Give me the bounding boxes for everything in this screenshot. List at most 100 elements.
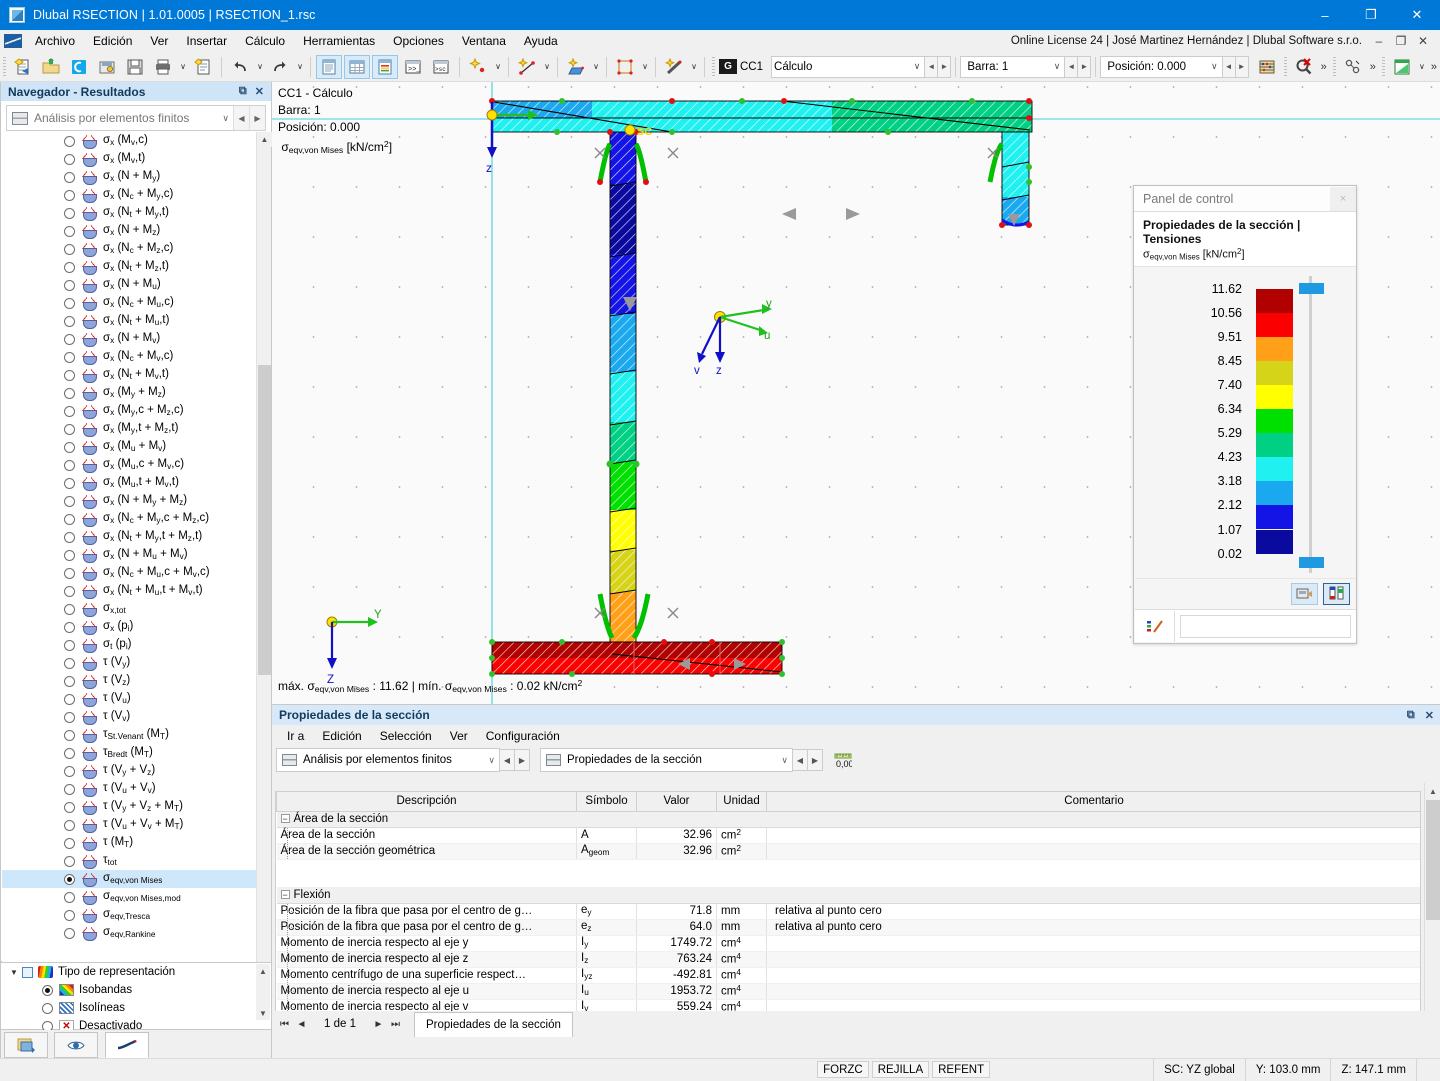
result-radio[interactable]: [64, 910, 75, 921]
scroll-thumb[interactable]: [1426, 800, 1440, 920]
pager-last-button[interactable]: ⏭: [387, 1019, 404, 1030]
table-module-combo[interactable]: Análisis por elementos finitos ∨ ◀ ▶: [276, 748, 530, 772]
representation-item-isobandas[interactable]: Isobandas: [1, 981, 271, 999]
undock-icon[interactable]: ⧉: [239, 85, 247, 98]
results-tree-item[interactable]: τ (MT): [2, 834, 257, 852]
results-tree-item[interactable]: τ (Vu): [2, 690, 257, 708]
results-navigator-tab[interactable]: [4, 1032, 48, 1058]
results-tree-item[interactable]: τ (Vv): [2, 708, 257, 726]
position-prev-button[interactable]: ◄: [1223, 56, 1236, 78]
result-radio[interactable]: [64, 730, 75, 741]
table-tab-seccion[interactable]: Propiedades de la sección: [414, 1012, 573, 1037]
result-radio[interactable]: [64, 478, 75, 489]
results-tree-item[interactable]: σx (Nc + Mz,c): [2, 240, 257, 258]
results-tree-item[interactable]: σx (Nt + Mu,t): [2, 312, 257, 330]
result-radio[interactable]: [64, 370, 75, 381]
scroll-up-arrow[interactable]: ▲: [256, 964, 270, 978]
overflow-chevron[interactable]: »: [1367, 61, 1379, 73]
table-row[interactable]: Área de la secciónA32.96cm2: [277, 827, 1422, 843]
table-menu-ver[interactable]: Ver: [441, 726, 477, 746]
member-prev-button[interactable]: ◄: [1065, 56, 1078, 78]
table-row[interactable]: Momento de inercia respecto al eje yIy17…: [277, 935, 1422, 951]
table-group-row[interactable]: −Área de la sección: [277, 811, 1422, 827]
table-menu-edicion[interactable]: Edición: [313, 726, 370, 746]
result-radio[interactable]: [64, 748, 75, 759]
undo-button[interactable]: [227, 55, 253, 79]
new-node-dropdown[interactable]: ∨: [492, 55, 504, 79]
table-grid-button[interactable]: [344, 55, 370, 79]
result-radio[interactable]: [64, 820, 75, 831]
result-radio[interactable]: [64, 226, 75, 237]
close-icon[interactable]: ✕: [1425, 709, 1434, 722]
legend-slider-track[interactable]: [1309, 276, 1312, 573]
result-radio[interactable]: [64, 640, 75, 651]
result-radio[interactable]: [64, 136, 75, 147]
maximize-button[interactable]: ❐: [1348, 0, 1394, 30]
results-tree-item[interactable]: σx (Nt + My,t): [2, 204, 257, 222]
new-opening-dropdown[interactable]: ∨: [639, 55, 651, 79]
result-radio[interactable]: [64, 784, 75, 795]
result-radio[interactable]: [64, 514, 75, 525]
render-mode-button[interactable]: [1389, 55, 1415, 79]
results-tree-item[interactable]: σx (N + Mu): [2, 276, 257, 294]
results-tree-item[interactable]: σx (pi): [2, 618, 257, 636]
result-radio[interactable]: [64, 190, 75, 201]
load-case-prev-button[interactable]: ◄: [925, 56, 938, 78]
render-mode-dropdown[interactable]: ∨: [1416, 55, 1428, 79]
legend-color-swatch[interactable]: [1256, 457, 1293, 481]
legend-color-swatch[interactable]: [1256, 530, 1293, 554]
doc-restore-button[interactable]: ❐: [1390, 34, 1412, 48]
overflow-chevron[interactable]: »: [1318, 61, 1330, 73]
color-scale-tab-icon[interactable]: [1135, 611, 1175, 642]
doc-close-button[interactable]: ✕: [1412, 34, 1434, 48]
status-toggle-rejilla[interactable]: REJILLA: [872, 1061, 929, 1078]
status-toggle-forzc[interactable]: FORZC: [817, 1061, 869, 1078]
save-button[interactable]: [122, 55, 148, 79]
results-tree-item[interactable]: σx (My + Mz): [2, 384, 257, 402]
result-radio[interactable]: [64, 154, 75, 165]
result-radio[interactable]: [64, 334, 75, 345]
member-field[interactable]: Barra: 1 ∨: [960, 56, 1065, 78]
results-tree-item[interactable]: τ (Vu + Vv + MT): [2, 816, 257, 834]
results-tree-item[interactable]: σx (N + My + Mz): [2, 492, 257, 510]
representation-group-checkbox[interactable]: [22, 967, 33, 978]
col-valor[interactable]: Valor: [637, 792, 717, 811]
pager-prev-button[interactable]: ◄: [293, 1019, 310, 1030]
delete-results-button[interactable]: [1291, 55, 1317, 79]
results-tree-item[interactable]: σx (N + Mv): [2, 330, 257, 348]
result-radio[interactable]: [64, 568, 75, 579]
results-tree-item[interactable]: σx (My,t + Mz,t): [2, 420, 257, 438]
save-as-button[interactable]: [94, 55, 120, 79]
new-surface-button[interactable]: [563, 55, 589, 79]
legend-color-swatch[interactable]: [1256, 433, 1293, 457]
redo-dropdown[interactable]: ∨: [294, 55, 306, 79]
new-line-dropdown[interactable]: ∨: [541, 55, 553, 79]
new-part-button[interactable]: [661, 55, 687, 79]
scroll-up-arrow[interactable]: ▲: [257, 132, 272, 147]
control-panel-close-icon[interactable]: ×: [1330, 187, 1356, 211]
print-button[interactable]: [150, 55, 176, 79]
legend-color-swatch[interactable]: [1256, 289, 1293, 313]
toolbar-grip[interactable]: [712, 57, 715, 77]
menu-ver[interactable]: Ver: [141, 31, 177, 51]
results-tree-item[interactable]: σeqv,von Mises: [2, 870, 257, 888]
results-tree-item[interactable]: τ (Vz): [2, 672, 257, 690]
result-radio[interactable]: [64, 496, 75, 507]
table-group-row[interactable]: −Flexión: [277, 887, 1422, 903]
result-radio[interactable]: [64, 244, 75, 255]
menu-herramientas[interactable]: Herramientas: [294, 31, 384, 51]
pager-first-button[interactable]: ⏮: [276, 1019, 293, 1030]
results-tree-item[interactable]: σx (Mu,t + Mv,t): [2, 474, 257, 492]
results-tree-item[interactable]: σx (Nt + Mv,t): [2, 366, 257, 384]
legend-color-swatch[interactable]: [1256, 361, 1293, 385]
results-tree-item[interactable]: τ (Vy + Vz + MT): [2, 798, 257, 816]
scroll-up-arrow[interactable]: ▲: [1425, 783, 1440, 799]
collapse-icon[interactable]: −: [281, 814, 290, 823]
results-tree-item[interactable]: σx (Nc + Mv,c): [2, 348, 257, 366]
script-button[interactable]: >sc: [428, 55, 454, 79]
result-radio[interactable]: [64, 802, 75, 813]
save-palette-button[interactable]: [1291, 583, 1318, 605]
table-module-next[interactable]: ▶: [515, 749, 530, 771]
result-radio[interactable]: [64, 316, 75, 327]
new-document-button[interactable]: [10, 55, 36, 79]
